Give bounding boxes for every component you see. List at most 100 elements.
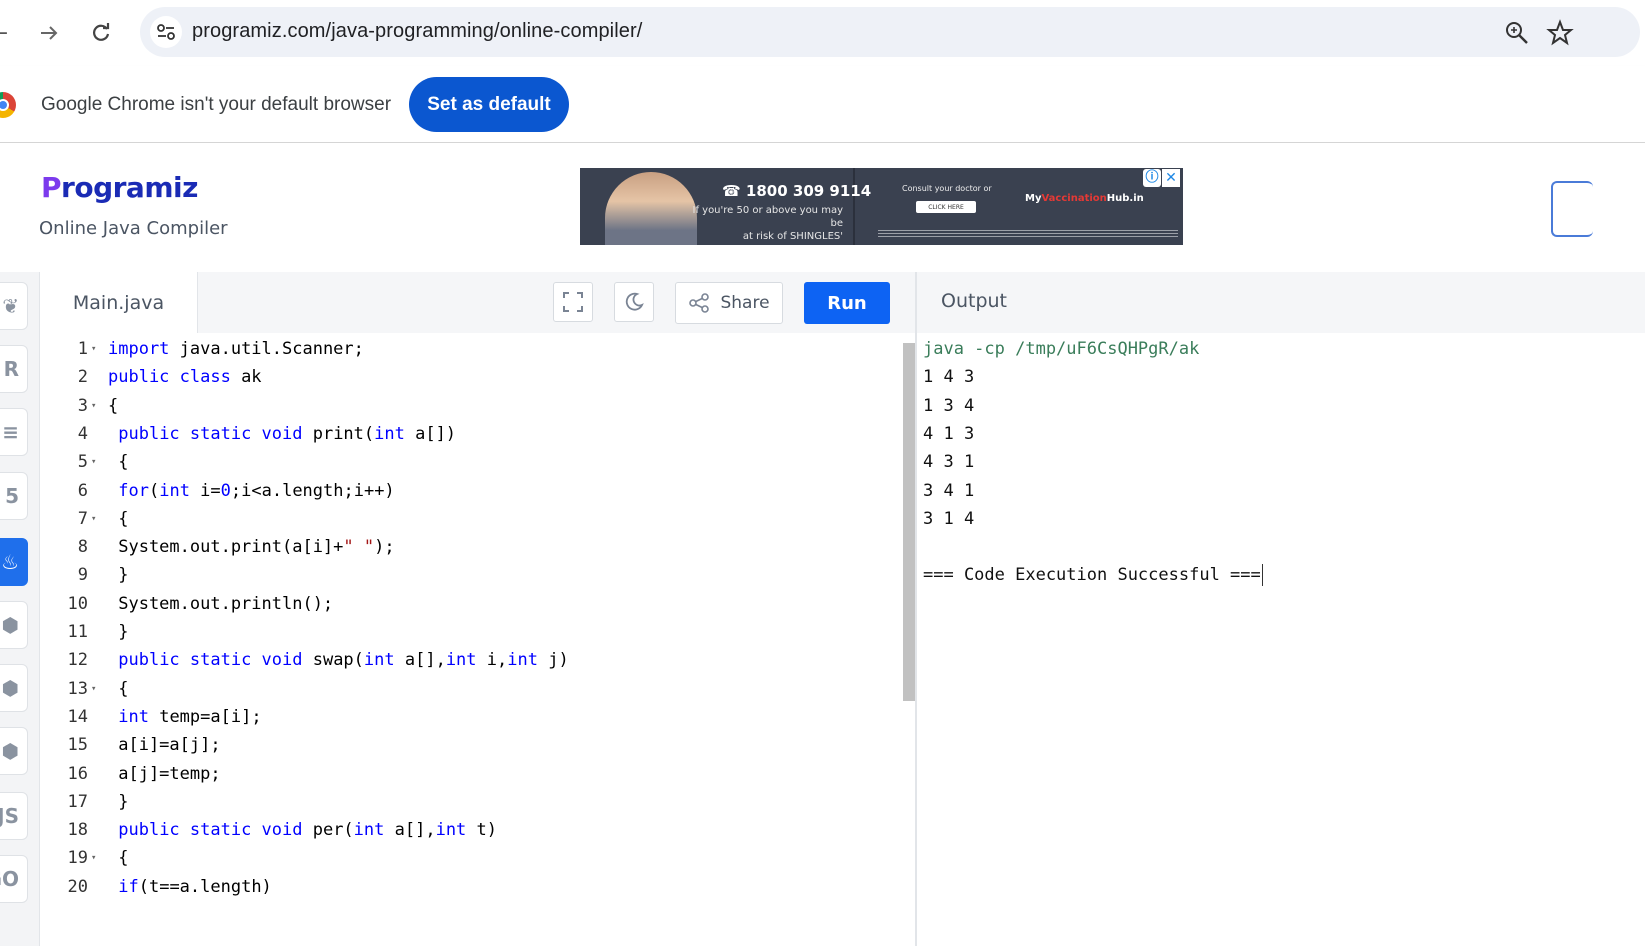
fold-arrow-icon[interactable]: ▾ [91,844,96,872]
share-label: Share [720,293,770,313]
code-text: import java.util.Scanner; [108,339,364,359]
code-text: public static void per(int a[],int t) [118,820,498,841]
text-cursor [1261,564,1263,587]
fold-arrow-icon[interactable]: ▾ [91,335,96,363]
code-text: } [108,565,129,586]
line-number: 13 [67,678,88,699]
c-icon[interactable]: ⬢ [0,601,28,649]
code-text: int temp=a[i]; [118,706,262,727]
html-icon[interactable]: 5 [0,472,28,520]
code-line[interactable]: 19 ▾ { [40,844,900,872]
code-line[interactable]: 10 System.out.println(); [40,590,900,618]
zoom-icon[interactable] [1502,18,1532,48]
address-bar[interactable]: programiz.com/java-programming/online-co… [140,7,1640,57]
output-title: Output [941,290,1007,312]
language-sidebar: ❦ R ≡ 5 ♨ ⬢ ⬢ ⬢ JS GO [0,272,40,946]
fold-arrow-icon[interactable]: ▾ [91,505,96,533]
fold-arrow-icon[interactable]: ▾ [91,675,96,703]
line-number: 20 [67,876,88,897]
output-line: 3 1 4 [923,508,975,529]
line-number: 9 [77,565,88,586]
code-line[interactable]: 4 public static void print(int a[]) [40,420,900,448]
ad-close-icon[interactable]: ✕ [1162,169,1180,187]
back-arrow-icon[interactable]: ← [0,16,16,50]
output-line: === Code Execution Successful === [923,564,1263,587]
code-text: if(t==a.length) [118,876,272,897]
ad-click-here-button[interactable]: CLICK HERE [916,201,976,213]
line-number: 1 [77,339,88,359]
code-line[interactable]: 1 ▾ import java.util.Scanner; [40,335,900,363]
code-line[interactable]: 16 a[j]=temp; [40,760,900,788]
code-text: } [108,791,129,812]
code-line[interactable]: 9 } [40,561,900,589]
code-line[interactable]: 17 } [40,788,900,816]
code-line[interactable]: 11 } [40,618,900,646]
code-line[interactable]: 5 ▾ { [40,448,900,476]
ad-fine-print [878,230,1178,240]
default-browser-infobar: Google Chrome isn't your default browser… [0,66,1645,143]
file-tab-main-java[interactable]: Main.java [40,272,198,333]
python-icon[interactable]: ❦ [0,282,28,330]
fullscreen-icon[interactable] [553,282,593,322]
java-icon[interactable]: ♨ [0,538,28,586]
site-header: Programiz Online Java Compiler ☎ 1800 30… [0,143,1645,273]
site-settings-icon[interactable] [150,16,182,48]
code-text: public static void swap(int a[],int i,in… [118,650,569,671]
code-line[interactable]: 7 ▾ { [40,505,900,533]
sql-icon[interactable]: ≡ [0,408,28,456]
output-panel[interactable]: java -cp /tmp/uF6CsQHPgR/ak 1 4 3 1 3 4 4 … [917,333,1645,946]
code-line[interactable]: 3 ▾ { [40,392,900,420]
advertisement-banner[interactable]: ☎ 1800 309 9114 If you're 50 or above yo… [580,168,1183,245]
header-right-button[interactable] [1551,181,1593,237]
code-text: System.out.println(); [108,593,334,614]
dark-mode-moon-icon[interactable] [614,282,654,322]
go-icon[interactable]: GO [0,855,28,903]
code-line[interactable]: 18 public static void per(int a[],int t) [40,816,900,844]
code-line[interactable]: 2 public class ak [40,363,900,391]
run-button[interactable]: Run [804,282,890,324]
output-command: java -cp /tmp/uF6CsQHPgR/ak [923,339,1200,359]
output-line: 1 3 4 [923,395,975,416]
set-as-default-button[interactable]: Set as default [409,77,569,132]
code-text: { [108,678,129,699]
programiz-logo[interactable]: Programiz [41,171,198,204]
url-text[interactable]: programiz.com/java-programming/online-co… [192,20,642,43]
code-text: } [108,622,129,642]
cpp-icon[interactable]: ⬢ [0,664,28,712]
line-number: 2 [77,367,88,388]
js-icon[interactable]: JS [0,792,28,840]
csharp-icon[interactable]: ⬢ [0,727,28,775]
fold-arrow-icon[interactable]: ▾ [91,448,96,476]
page-subtitle: Online Java Compiler [39,218,228,239]
forward-arrow-icon[interactable] [32,16,66,50]
code-line[interactable]: 14 int temp=a[i]; [40,703,900,731]
line-number: 5 [77,452,88,473]
code-line[interactable]: 13 ▾ { [40,675,900,703]
line-number: 3 [77,395,88,416]
line-number: 15 [67,735,88,756]
line-number: 11 [67,622,88,642]
bookmark-star-icon[interactable] [1545,18,1575,48]
ad-brand: MyVaccinationHub.in [1025,193,1144,204]
browser-toolbar: ← programiz.com/java-programming/online-… [0,0,1645,67]
editor-header: Main.java Share Run [40,272,916,334]
code-editor[interactable]: 1 ▾ import java.util.Scanner; 2 public class… [40,333,916,946]
editor-scrollbar-thumb[interactable] [903,343,915,701]
ad-image [605,172,697,245]
code-line[interactable]: 15 a[i]=a[j]; [40,731,900,759]
code-line[interactable]: 8 System.out.print(a[i]+" "); [40,533,900,561]
share-button[interactable]: Share [675,282,783,324]
reload-icon[interactable] [84,16,118,50]
code-line[interactable]: 6 for(int i=0;i<a.length;i++) [40,477,900,505]
fold-arrow-icon[interactable]: ▾ [91,392,96,420]
code-line[interactable]: 12 public static void swap(int a[],int i… [40,646,900,674]
line-number: 14 [67,706,88,727]
r-icon[interactable]: R [0,345,28,393]
output-line: 4 3 1 [923,452,975,473]
code-text: public static void print(int a[]) [118,423,457,444]
line-number: 7 [77,508,88,529]
code-line[interactable]: 20 if(t==a.length) [40,873,900,901]
ad-info-icon[interactable]: ⓘ [1143,169,1161,187]
output-line: 1 4 3 [923,367,975,388]
chrome-logo-icon [0,92,16,118]
